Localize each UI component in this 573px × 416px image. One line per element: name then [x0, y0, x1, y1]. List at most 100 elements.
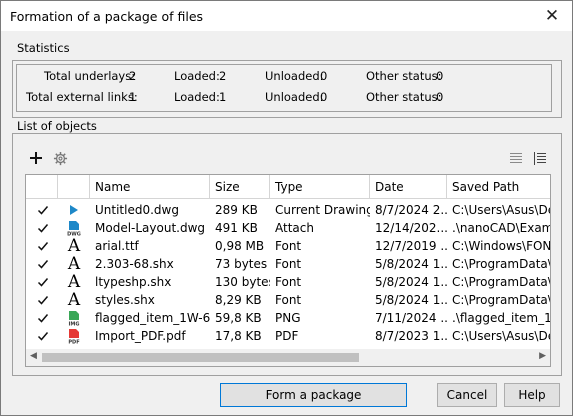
cell-type: Font: [275, 239, 302, 253]
cell-type: Font: [275, 257, 302, 271]
svg-text:PDF: PDF: [68, 339, 79, 345]
column-header-icon[interactable]: [58, 175, 90, 199]
scroll-left-icon[interactable]: ◀: [30, 351, 37, 361]
column-header-date[interactable]: Date: [370, 175, 447, 199]
cell-path: .\nanoCAD\Examp: [452, 221, 550, 235]
cell-path: C:\Users\Asus\Des: [452, 203, 550, 217]
column-header-type[interactable]: Type: [270, 175, 370, 199]
scrollbar-thumb[interactable]: [42, 353, 359, 362]
cell-size: 130 bytes: [215, 275, 270, 289]
links-loaded-value: 1: [219, 90, 227, 104]
cell-type: Font: [275, 293, 302, 307]
cell-size: 289 KB: [215, 203, 258, 217]
window-title: Formation of a package of files: [10, 9, 204, 24]
cell-name: Model-Layout.dwg: [95, 221, 206, 235]
column-header-name[interactable]: Name: [90, 175, 210, 199]
table-row[interactable]: PDF Import_PDF.pdf 17,8 KB PDF 8/7/2023 1...…: [26, 327, 550, 345]
underlays-unloaded-label: Unloaded:: [265, 69, 324, 83]
table-row[interactable]: IMG flagged_item_1W-6... 59,8 KB PNG 7/11/20…: [26, 309, 550, 327]
underlays-other-label: Other status:: [366, 69, 442, 83]
cell-path: .\flagged_item_1W: [452, 311, 550, 325]
font-icon: A: [67, 254, 81, 274]
links-unloaded-value: 0: [320, 90, 328, 104]
table-header: Name Size Type Date Saved Path: [26, 175, 550, 199]
checkmark-icon[interactable]: [37, 276, 49, 288]
total-external-links-label: Total external links:: [26, 90, 138, 104]
cell-date: 12/14/202...: [375, 221, 447, 235]
cell-name: styles.shx: [95, 293, 155, 307]
list-of-objects-label: List of objects: [17, 119, 97, 133]
cell-name: flagged_item_1W-6...: [95, 311, 210, 325]
cell-size: 59,8 KB: [215, 311, 262, 325]
underlays-loaded-label: Loaded:: [174, 69, 220, 83]
font-icon: A: [67, 290, 81, 310]
checkmark-icon[interactable]: [37, 330, 49, 342]
font-icon: A: [67, 236, 81, 256]
cell-name: Untitled0.dwg: [95, 203, 179, 217]
form-package-button[interactable]: Form a package: [220, 383, 407, 407]
dialog-body: Statistics Total underlays: 2 Loaded: 2 …: [0, 31, 573, 416]
svg-text:IMG: IMG: [69, 321, 80, 327]
links-other-label: Other status:: [366, 90, 442, 104]
checkmark-icon[interactable]: [37, 204, 49, 216]
column-header-saved-path[interactable]: Saved Path: [447, 175, 550, 199]
statistics-label: Statistics: [17, 41, 70, 55]
cell-name: arial.ttf: [95, 239, 139, 253]
cell-size: 8,29 KB: [215, 293, 262, 307]
checkmark-icon[interactable]: [37, 294, 49, 306]
title-bar: Formation of a package of files ✕: [0, 0, 573, 31]
cell-name: Import_PDF.pdf: [95, 329, 186, 343]
column-header-size[interactable]: Size: [210, 175, 270, 199]
dwg-file-icon: DWG: [66, 219, 82, 237]
cell-date: 5/8/2024 1...: [375, 275, 447, 289]
close-icon[interactable]: ✕: [540, 5, 564, 27]
table-row[interactable]: DWG Model-Layout.dwg 491 KB Attach 12/14/202…: [26, 219, 550, 237]
total-underlays-label: Total underlays:: [44, 69, 136, 83]
checkmark-icon[interactable]: [37, 258, 49, 270]
links-other-value: 0: [436, 90, 444, 104]
cell-type: Font: [275, 275, 302, 289]
tree-view-icon[interactable]: [533, 152, 547, 168]
column-header-check[interactable]: [26, 175, 58, 199]
cancel-button[interactable]: Cancel: [437, 383, 497, 407]
cell-date: 12/7/2019 ...: [375, 239, 447, 253]
cell-date: 7/11/2024 ...: [375, 311, 447, 325]
cell-date: 8/7/2023 1...: [375, 329, 447, 343]
plus-icon[interactable]: [28, 150, 44, 169]
table-row[interactable]: Astyles.shx 8,29 KB Font 5/8/2024 1... C:\Pr…: [26, 291, 550, 309]
horizontal-scrollbar[interactable]: ◀ ▶: [26, 349, 550, 366]
cell-date: 5/8/2024 1...: [375, 293, 447, 307]
cell-type: Attach: [275, 221, 314, 235]
table-row[interactable]: Untitled0.dwg 289 KB Current Drawing 8/7/20…: [26, 201, 550, 219]
cell-size: 17,8 KB: [215, 329, 262, 343]
font-icon: A: [67, 272, 81, 292]
help-button[interactable]: Help: [504, 383, 560, 407]
total-external-links-value: 1: [129, 90, 137, 104]
checkmark-icon[interactable]: [37, 240, 49, 252]
links-loaded-label: Loaded:: [174, 90, 220, 104]
cell-path: C:\Users\Asus\Des: [452, 329, 550, 343]
table-row[interactable]: A 2.303-68.shx 73 bytes Font 5/8/2024 1... C:…: [26, 255, 550, 273]
underlays-other-value: 0: [436, 69, 444, 83]
links-unloaded-label: Unloaded:: [265, 90, 324, 104]
cell-size: 491 KB: [215, 221, 258, 235]
total-underlays-value: 2: [129, 69, 137, 83]
checkmark-icon[interactable]: [37, 312, 49, 324]
objects-table: Name Size Type Date Saved Path Untitled0…: [25, 174, 551, 367]
checkmark-icon[interactable]: [37, 222, 49, 234]
cell-size: 0,98 MB: [215, 239, 265, 253]
underlays-unloaded-value: 0: [320, 69, 328, 83]
cell-path: C:\Windows\FONT: [452, 239, 550, 253]
img-file-icon: IMG: [66, 309, 82, 327]
scroll-right-icon[interactable]: ▶: [539, 351, 546, 361]
table-row[interactable]: Altypeshp.shx 130 bytes Font 5/8/2024 1... C…: [26, 273, 550, 291]
gear-icon[interactable]: [53, 151, 68, 169]
cell-type: PNG: [275, 311, 301, 325]
cell-name: 2.303-68.shx: [95, 257, 174, 271]
table-row[interactable]: Aarial.ttf 0,98 MB Font 12/7/2019 ... C:\Win…: [26, 237, 550, 255]
list-view-icon[interactable]: [509, 152, 523, 168]
cell-path: C:\ProgramData\N: [452, 257, 550, 271]
underlays-loaded-value: 2: [219, 69, 227, 83]
play-icon: [66, 201, 82, 219]
cell-path: C:\ProgramData\N: [452, 293, 550, 307]
